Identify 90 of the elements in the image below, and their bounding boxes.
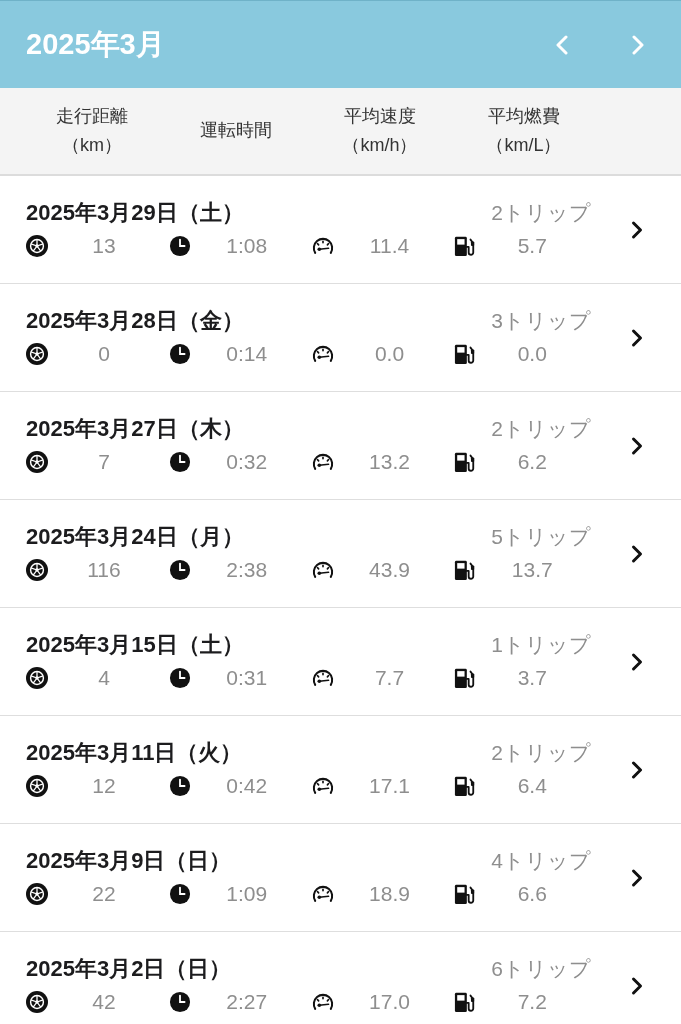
wheel-icon [26, 558, 48, 581]
average-speed-value: 18.9 [368, 881, 411, 906]
distance-value: 12 [91, 773, 117, 798]
distance-value: 13 [91, 233, 117, 258]
fuel-pump-icon [454, 774, 477, 797]
wheel-icon [26, 450, 48, 473]
date-label: 2025年3月15日（土） [26, 630, 244, 659]
date-label: 2025年3月29日（土） [26, 198, 244, 227]
month-title: 2025年3月 [26, 26, 165, 62]
distance-value: 0 [97, 341, 111, 366]
date-label: 2025年3月24日（月） [26, 522, 244, 551]
chevron-right-icon [631, 543, 643, 564]
drive-time-value: 0:42 [225, 773, 269, 798]
clock-icon [168, 882, 191, 905]
average-speed-value: 11.4 [368, 233, 411, 258]
average-speed-value: 43.9 [368, 557, 411, 582]
fuel-pump-icon [454, 990, 477, 1013]
drive-time-value: 2:27 [225, 989, 269, 1014]
distance-value: 22 [91, 881, 117, 906]
drive-time-value: 1:09 [225, 881, 269, 906]
chevron-right-icon [632, 34, 644, 55]
fuel-pump-icon [454, 558, 477, 581]
column-unit: （km/h） [342, 133, 418, 157]
wheel-icon [26, 666, 48, 689]
distance-value: 4 [97, 665, 111, 690]
trip-count: 6トリップ [491, 955, 591, 982]
trip-count: 2トリップ [491, 415, 591, 442]
chevron-right-icon [631, 867, 643, 888]
date-label: 2025年3月27日（木） [26, 414, 244, 443]
average-speed-value: 17.1 [368, 773, 411, 798]
date-label: 2025年3月28日（金） [26, 306, 244, 335]
column-label: 運転時間 [200, 119, 272, 143]
drive-time-value: 1:08 [225, 233, 269, 258]
fuel-economy-value: 5.7 [516, 233, 548, 258]
distance-value: 42 [91, 989, 117, 1014]
fuel-pump-icon [454, 882, 477, 905]
wheel-icon [26, 342, 48, 365]
date-label: 2025年3月2日（日） [26, 954, 232, 983]
wheel-icon [26, 882, 48, 905]
fuel-economy-value: 3.7 [516, 665, 548, 690]
chevron-right-icon [631, 759, 643, 780]
chevron-right-icon [631, 435, 643, 456]
chevron-right-icon [631, 975, 643, 996]
fuel-pump-icon [454, 234, 477, 257]
drive-time-value: 0:14 [225, 341, 269, 366]
column-label: 走行距離 [56, 105, 128, 129]
clock-icon [168, 450, 191, 473]
trip-count: 3トリップ [491, 307, 591, 334]
clock-icon [168, 666, 191, 689]
chevron-left-icon [556, 34, 568, 55]
column-unit: （km） [62, 133, 122, 157]
fuel-economy-value: 6.4 [516, 773, 548, 798]
fuel-economy-value: 13.7 [510, 557, 554, 582]
wheel-icon [26, 990, 48, 1013]
date-label: 2025年3月11日（火） [26, 738, 243, 767]
clock-icon [168, 990, 191, 1013]
clock-icon [168, 342, 191, 365]
wheel-icon [26, 234, 48, 257]
trip-count: 4トリップ [491, 847, 591, 874]
drive-time-value: 0:32 [225, 449, 269, 474]
trip-count: 2トリップ [491, 199, 591, 226]
trip-count: 5トリップ [491, 523, 591, 550]
fuel-economy-value: 6.2 [516, 449, 548, 474]
clock-icon [168, 558, 191, 581]
distance-value: 7 [97, 449, 111, 474]
chevron-right-icon [631, 327, 643, 348]
fuel-economy-value: 0.0 [516, 341, 548, 366]
average-speed-value: 0.0 [373, 341, 406, 366]
chevron-right-icon [631, 651, 643, 672]
fuel-pump-icon [454, 450, 477, 473]
fuel-pump-icon [454, 342, 477, 365]
date-label: 2025年3月9日（日） [26, 846, 232, 875]
column-label: 平均速度 [344, 105, 416, 129]
fuel-pump-icon [454, 666, 477, 689]
average-speed-value: 7.7 [373, 665, 406, 690]
distance-value: 116 [86, 557, 122, 582]
column-unit: （km/L） [486, 133, 562, 157]
average-speed-value: 17.0 [368, 989, 411, 1014]
clock-icon [168, 774, 191, 797]
trip-count: 1トリップ [491, 631, 591, 658]
column-label: 平均燃費 [488, 105, 560, 129]
clock-icon [168, 234, 191, 257]
trip-count: 2トリップ [491, 739, 591, 766]
chevron-right-icon [631, 219, 643, 240]
fuel-economy-value: 7.2 [516, 989, 548, 1014]
drive-time-value: 0:31 [225, 665, 269, 690]
average-speed-value: 13.2 [368, 449, 411, 474]
wheel-icon [26, 774, 48, 797]
drive-time-value: 2:38 [225, 557, 269, 582]
fuel-economy-value: 6.6 [516, 881, 548, 906]
